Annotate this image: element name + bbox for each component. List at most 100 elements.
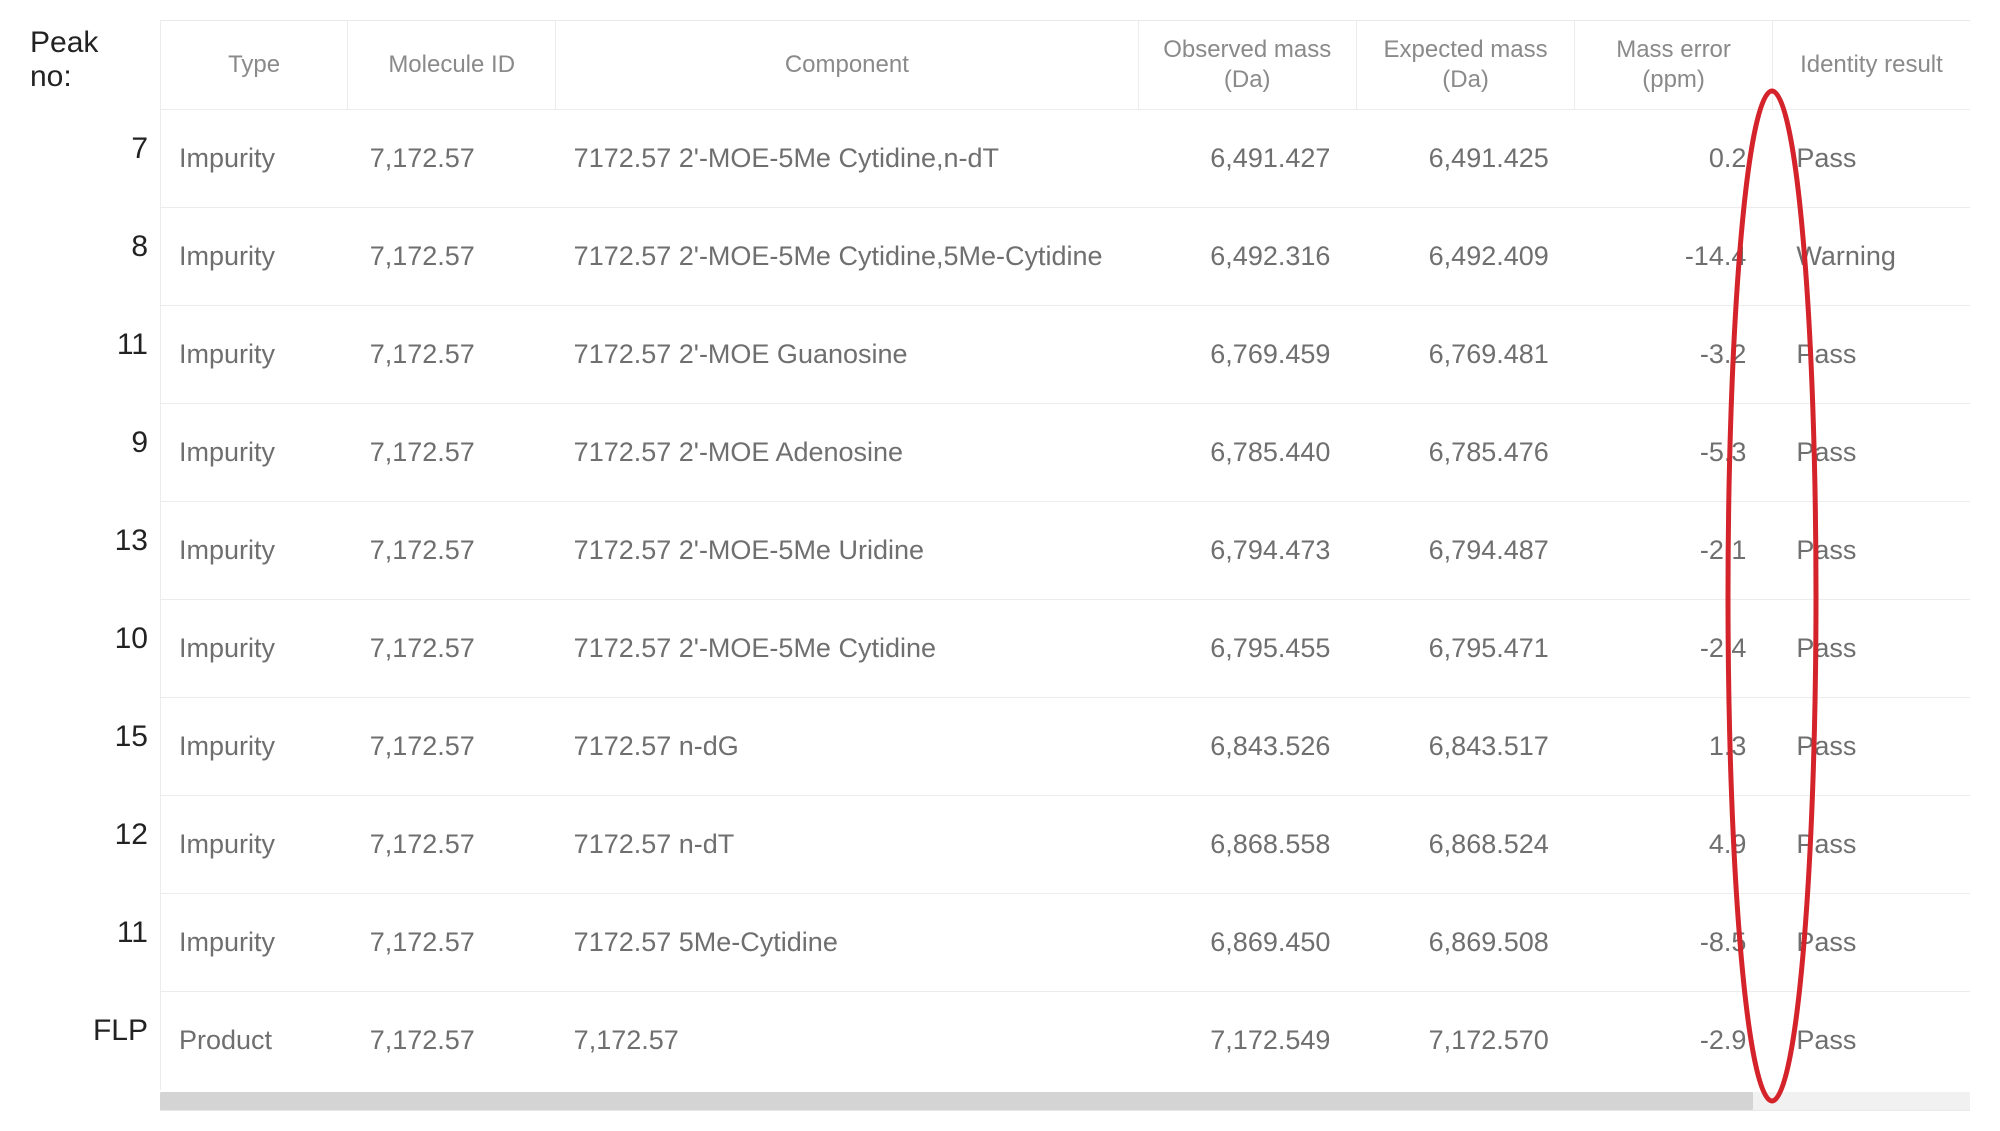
cell-mass-error: 0.2 bbox=[1575, 110, 1773, 208]
peak-number-cell: 11 bbox=[30, 296, 160, 394]
table-row[interactable]: Impurity7,172.577172.57 n-dG6,843.5266,8… bbox=[161, 698, 1971, 796]
cell-type: Impurity bbox=[161, 208, 348, 306]
cell-observed-mass: 6,492.316 bbox=[1138, 208, 1356, 306]
cell-component: 7172.57 2'-MOE-5Me Cytidine bbox=[556, 600, 1138, 698]
cell-identity-result: Pass bbox=[1772, 698, 1970, 796]
col-header-identity-result[interactable]: Identity result bbox=[1772, 21, 1970, 110]
cell-type: Impurity bbox=[161, 894, 348, 992]
col-header-mass-error[interactable]: Mass error (ppm) bbox=[1575, 21, 1773, 110]
cell-mass-error: -8.5 bbox=[1575, 894, 1773, 992]
cell-observed-mass: 6,794.473 bbox=[1138, 502, 1356, 600]
col-header-molecule-id[interactable]: Molecule ID bbox=[348, 21, 556, 110]
cell-identity-result: Pass bbox=[1772, 894, 1970, 992]
cell-molecule-id: 7,172.57 bbox=[348, 796, 556, 894]
cell-type: Product bbox=[161, 992, 348, 1090]
table-row[interactable]: Impurity7,172.577172.57 2'-MOE-5Me Uridi… bbox=[161, 502, 1971, 600]
cell-mass-error: 1.3 bbox=[1575, 698, 1773, 796]
cell-component: 7172.57 2'-MOE Guanosine bbox=[556, 306, 1138, 404]
cell-type: Impurity bbox=[161, 404, 348, 502]
peak-number-cell: 15 bbox=[30, 688, 160, 786]
cell-expected-mass: 6,868.524 bbox=[1356, 796, 1574, 894]
peak-number-cell: 9 bbox=[30, 394, 160, 492]
peak-number-cell: FLP bbox=[30, 982, 160, 1080]
table-row[interactable]: Impurity7,172.577172.57 5Me-Cytidine6,86… bbox=[161, 894, 1971, 992]
results-table: Type Molecule ID Component Observed mass… bbox=[160, 21, 1970, 1090]
peak-number-cell: 10 bbox=[30, 590, 160, 688]
cell-molecule-id: 7,172.57 bbox=[348, 600, 556, 698]
cell-type: Impurity bbox=[161, 502, 348, 600]
cell-component: 7172.57 2'-MOE-5Me Cytidine,n-dT bbox=[556, 110, 1138, 208]
peak-number-cell: 13 bbox=[30, 492, 160, 590]
cell-identity-result: Pass bbox=[1772, 502, 1970, 600]
table-header-row: Type Molecule ID Component Observed mass… bbox=[161, 21, 1971, 110]
cell-identity-result: Pass bbox=[1772, 600, 1970, 698]
cell-type: Impurity bbox=[161, 110, 348, 208]
cell-component: 7172.57 2'-MOE Adenosine bbox=[556, 404, 1138, 502]
cell-observed-mass: 6,769.459 bbox=[1138, 306, 1356, 404]
cell-component: 7172.57 n-dG bbox=[556, 698, 1138, 796]
cell-identity-result: Warning bbox=[1772, 208, 1970, 306]
cell-type: Impurity bbox=[161, 698, 348, 796]
cell-expected-mass: 6,843.517 bbox=[1356, 698, 1574, 796]
cell-identity-result: Pass bbox=[1772, 796, 1970, 894]
cell-expected-mass: 6,491.425 bbox=[1356, 110, 1574, 208]
col-header-type[interactable]: Type bbox=[161, 21, 348, 110]
peak-number-cell: 11 bbox=[30, 884, 160, 982]
results-table-container: Type Molecule ID Component Observed mass… bbox=[160, 20, 1970, 1111]
cell-expected-mass: 7,172.570 bbox=[1356, 992, 1574, 1090]
cell-molecule-id: 7,172.57 bbox=[348, 306, 556, 404]
cell-observed-mass: 6,491.427 bbox=[1138, 110, 1356, 208]
cell-expected-mass: 6,769.481 bbox=[1356, 306, 1574, 404]
col-header-observed-mass[interactable]: Observed mass (Da) bbox=[1138, 21, 1356, 110]
cell-observed-mass: 6,868.558 bbox=[1138, 796, 1356, 894]
table-row[interactable]: Impurity7,172.577172.57 n-dT6,868.5586,8… bbox=[161, 796, 1971, 894]
scrollbar-thumb[interactable] bbox=[160, 1092, 1753, 1110]
cell-mass-error: -3.2 bbox=[1575, 306, 1773, 404]
peak-number-column: Peak no: 781191310151211FLP bbox=[30, 20, 160, 1080]
cell-component: 7172.57 2'-MOE-5Me Uridine bbox=[556, 502, 1138, 600]
cell-component: 7172.57 5Me-Cytidine bbox=[556, 894, 1138, 992]
cell-expected-mass: 6,794.487 bbox=[1356, 502, 1574, 600]
cell-molecule-id: 7,172.57 bbox=[348, 404, 556, 502]
cell-mass-error: -2.1 bbox=[1575, 502, 1773, 600]
peak-number-cell: 8 bbox=[30, 198, 160, 296]
cell-identity-result: Pass bbox=[1772, 992, 1970, 1090]
cell-component: 7172.57 n-dT bbox=[556, 796, 1138, 894]
cell-observed-mass: 6,785.440 bbox=[1138, 404, 1356, 502]
cell-type: Impurity bbox=[161, 796, 348, 894]
cell-expected-mass: 6,869.508 bbox=[1356, 894, 1574, 992]
cell-mass-error: -2.9 bbox=[1575, 992, 1773, 1090]
cell-molecule-id: 7,172.57 bbox=[348, 894, 556, 992]
cell-component: 7,172.57 bbox=[556, 992, 1138, 1090]
table-row[interactable]: Product7,172.577,172.577,172.5497,172.57… bbox=[161, 992, 1971, 1090]
cell-molecule-id: 7,172.57 bbox=[348, 698, 556, 796]
peak-number-cell: 7 bbox=[30, 100, 160, 198]
table-row[interactable]: Impurity7,172.577172.57 2'-MOE Adenosine… bbox=[161, 404, 1971, 502]
cell-mass-error: -2.4 bbox=[1575, 600, 1773, 698]
cell-component: 7172.57 2'-MOE-5Me Cytidine,5Me-Cytidine bbox=[556, 208, 1138, 306]
col-header-expected-mass[interactable]: Expected mass (Da) bbox=[1356, 21, 1574, 110]
cell-identity-result: Pass bbox=[1772, 306, 1970, 404]
col-header-component[interactable]: Component bbox=[556, 21, 1138, 110]
peak-number-header: Peak no: bbox=[30, 20, 160, 100]
table-row[interactable]: Impurity7,172.577172.57 2'-MOE-5Me Cytid… bbox=[161, 110, 1971, 208]
table-row[interactable]: Impurity7,172.577172.57 2'-MOE Guanosine… bbox=[161, 306, 1971, 404]
cell-molecule-id: 7,172.57 bbox=[348, 110, 556, 208]
cell-observed-mass: 6,795.455 bbox=[1138, 600, 1356, 698]
cell-mass-error: -14.4 bbox=[1575, 208, 1773, 306]
cell-mass-error: -5.3 bbox=[1575, 404, 1773, 502]
cell-expected-mass: 6,492.409 bbox=[1356, 208, 1574, 306]
cell-mass-error: 4.9 bbox=[1575, 796, 1773, 894]
horizontal-scrollbar[interactable] bbox=[160, 1092, 1970, 1110]
cell-molecule-id: 7,172.57 bbox=[348, 208, 556, 306]
cell-expected-mass: 6,785.476 bbox=[1356, 404, 1574, 502]
cell-observed-mass: 6,869.450 bbox=[1138, 894, 1356, 992]
cell-observed-mass: 7,172.549 bbox=[1138, 992, 1356, 1090]
cell-observed-mass: 6,843.526 bbox=[1138, 698, 1356, 796]
peak-number-cell: 12 bbox=[30, 786, 160, 884]
table-row[interactable]: Impurity7,172.577172.57 2'-MOE-5Me Cytid… bbox=[161, 208, 1971, 306]
table-row[interactable]: Impurity7,172.577172.57 2'-MOE-5Me Cytid… bbox=[161, 600, 1971, 698]
cell-expected-mass: 6,795.471 bbox=[1356, 600, 1574, 698]
cell-identity-result: Pass bbox=[1772, 110, 1970, 208]
cell-type: Impurity bbox=[161, 306, 348, 404]
